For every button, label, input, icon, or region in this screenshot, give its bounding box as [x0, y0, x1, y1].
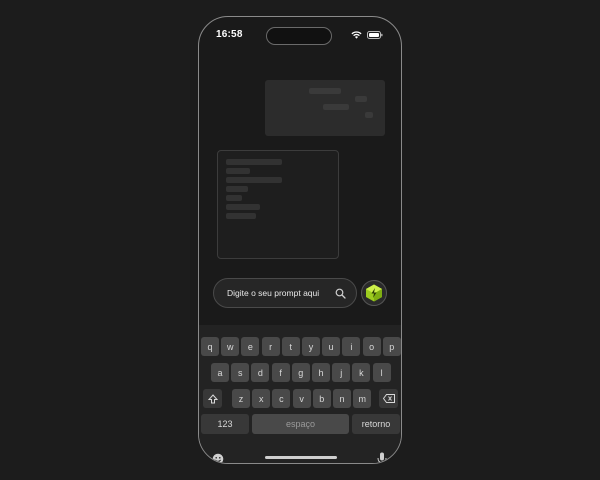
key-label: g — [298, 367, 304, 378]
key-u[interactable]: u — [322, 337, 341, 356]
space-key-label: espaço — [285, 419, 316, 429]
key-label: a — [217, 367, 223, 378]
key-a[interactable]: a — [211, 363, 229, 382]
key-e[interactable]: e — [241, 337, 260, 356]
key-label: p — [389, 341, 395, 352]
key-i[interactable]: i — [342, 337, 361, 356]
ghost-text-line — [226, 213, 256, 219]
key-label: z — [238, 393, 244, 404]
sparkle-cube-icon — [366, 284, 382, 302]
ghost-response-card — [217, 150, 339, 259]
key-w[interactable]: w — [221, 337, 240, 356]
keyboard: qwertyuiop asdfghjkl zxcvbnm 123 espaço … — [199, 325, 401, 464]
key-v[interactable]: v — [292, 389, 311, 408]
key-q[interactable]: q — [201, 337, 219, 356]
key-label: t — [289, 341, 293, 352]
return-key[interactable]: retorno — [352, 414, 400, 434]
key-label: q — [207, 341, 213, 352]
ghost-text-line — [309, 88, 341, 94]
key-label: d — [257, 367, 263, 378]
key-label: u — [328, 341, 334, 352]
key-x[interactable]: x — [252, 389, 271, 408]
key-d[interactable]: d — [251, 363, 270, 382]
key-label: l — [380, 367, 383, 378]
ghost-text-line — [226, 159, 282, 165]
return-key-label: retorno — [361, 419, 391, 429]
ghost-text-line — [226, 195, 242, 201]
key-z[interactable]: z — [232, 389, 250, 408]
ghost-text-line — [226, 186, 248, 192]
backspace-key[interactable] — [379, 389, 398, 408]
phone-frame: 16:58 Digite o seu prompt aqui q w e r t… — [198, 16, 402, 464]
numbers-key[interactable]: 123 — [201, 414, 249, 434]
key-label: k — [359, 367, 364, 378]
key-label: y — [308, 341, 314, 352]
ghost-text-line — [365, 112, 373, 118]
ghost-text-line — [226, 177, 282, 183]
key-label: e — [247, 341, 253, 352]
wifi-icon — [351, 31, 362, 39]
key-r[interactable]: r — [261, 337, 280, 356]
key-label: v — [299, 393, 304, 404]
dynamic-island — [266, 27, 332, 45]
status-time: 16:58 — [216, 29, 243, 40]
ghost-text-line — [323, 104, 349, 110]
search-icon[interactable] — [335, 288, 346, 299]
key-label: r — [269, 341, 273, 352]
key-k[interactable]: k — [352, 363, 371, 382]
key-f[interactable]: f — [271, 363, 290, 382]
key-m[interactable]: m — [353, 389, 372, 408]
key-label: j — [340, 367, 343, 378]
battery-icon — [367, 31, 383, 39]
key-label: x — [258, 393, 264, 404]
key-label: s — [237, 367, 243, 378]
key-n[interactable]: n — [333, 389, 351, 408]
key-label: w — [226, 341, 234, 352]
key-j[interactable]: j — [332, 363, 351, 382]
prompt-input[interactable]: Digite o seu prompt aqui — [213, 278, 357, 308]
key-p[interactable]: p — [382, 337, 401, 356]
key-g[interactable]: g — [291, 363, 310, 382]
key-t[interactable]: t — [281, 337, 300, 356]
shift-key[interactable] — [203, 389, 222, 408]
prompt-placeholder: Digite o seu prompt aqui — [227, 288, 320, 298]
emoji-icon[interactable] — [212, 453, 224, 464]
key-s[interactable]: s — [231, 363, 250, 382]
space-key[interactable]: espaço — [252, 414, 349, 434]
ghost-text-line — [355, 96, 367, 102]
key-y[interactable]: y — [302, 337, 320, 356]
key-label: n — [339, 393, 345, 404]
key-label: h — [318, 367, 324, 378]
status-icons — [351, 31, 383, 39]
ghost-text-line — [226, 204, 260, 210]
key-h[interactable]: h — [312, 363, 330, 382]
key-label: i — [350, 341, 353, 352]
key-c[interactable]: c — [272, 389, 291, 408]
generate-button[interactable] — [361, 280, 387, 306]
key-label: m — [358, 393, 366, 404]
key-label: b — [319, 393, 325, 404]
backspace-icon — [382, 394, 395, 403]
key-b[interactable]: b — [312, 389, 331, 408]
key-label: o — [369, 341, 375, 352]
shift-icon — [207, 393, 218, 403]
ghost-message-bubble — [265, 80, 385, 136]
ghost-text-line — [226, 168, 250, 174]
numbers-key-label: 123 — [217, 419, 233, 429]
microphone-icon[interactable] — [377, 452, 387, 464]
key-o[interactable]: o — [362, 337, 381, 356]
key-label: f — [279, 367, 282, 378]
key-label: c — [279, 393, 284, 404]
key-l[interactable]: l — [372, 363, 391, 382]
home-indicator[interactable] — [265, 456, 337, 459]
